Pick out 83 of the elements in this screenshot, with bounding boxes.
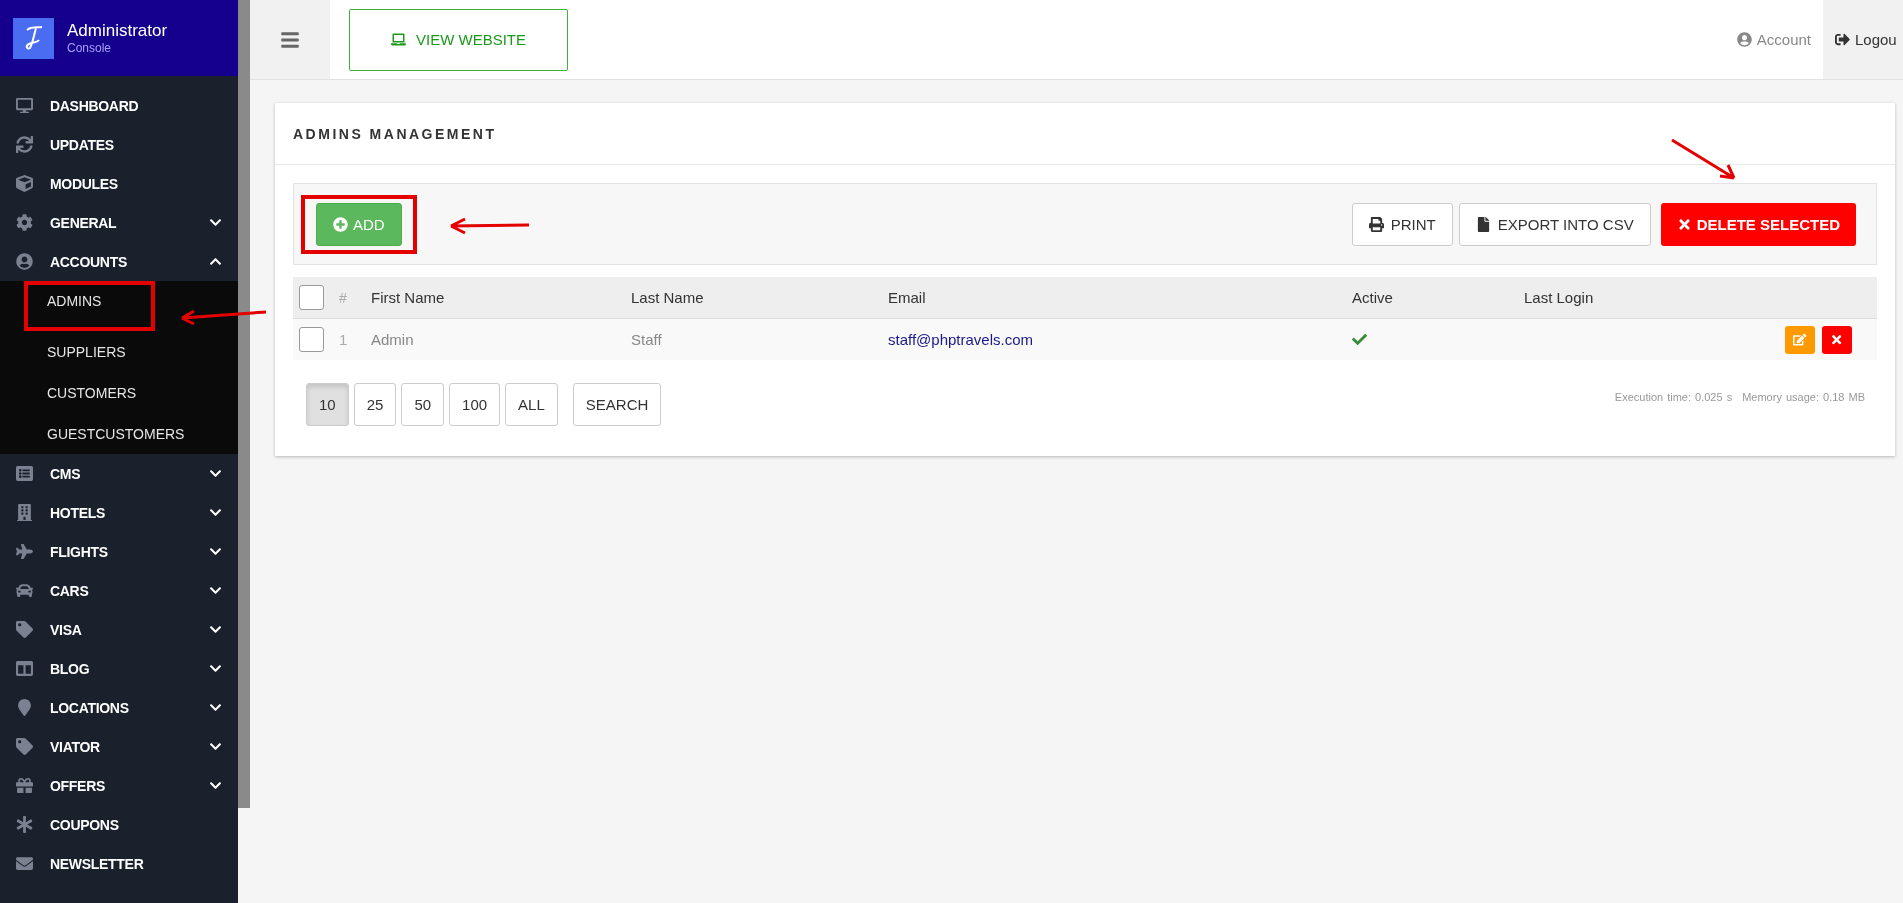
sidebar-item[interactable]: DASHBOARD [0, 86, 238, 125]
close-icon [1830, 332, 1844, 347]
sidebar-item[interactable]: GENERAL [0, 203, 238, 242]
menu-icon [16, 136, 33, 153]
plus-icon [333, 216, 348, 232]
email-link[interactable]: staff@phptravels.com [888, 331, 1352, 348]
brand-subtitle: Console [67, 41, 113, 55]
menu-icon [16, 97, 33, 114]
account-link[interactable]: Account [1736, 31, 1811, 48]
page-size-button[interactable]: 10 [306, 383, 349, 426]
edit-icon [1793, 332, 1807, 347]
menu-icon [16, 699, 33, 716]
table-cell-text: Staff [631, 331, 663, 348]
column-header[interactable]: Active [1352, 289, 1524, 306]
submenu-item[interactable]: GUESTCUSTOMERS [0, 413, 238, 454]
menu-icon [16, 621, 33, 638]
delete-button[interactable] [1822, 325, 1852, 354]
sidebar-item[interactable]: VIATOR [0, 727, 238, 766]
memory-usage: Memory usage: 0.18 MB [1742, 391, 1865, 403]
column-header: # [339, 289, 348, 306]
submenu-item[interactable]: CUSTOMERS [0, 372, 238, 413]
sidebar-item[interactable]: OFFERS [0, 766, 238, 805]
execution-time: Execution time: 0.025 s [1614, 391, 1733, 403]
edit-button[interactable] [1785, 325, 1815, 354]
menu-icon [16, 816, 33, 833]
sidebar-item[interactable]: CMS [0, 454, 238, 493]
menu-icon [16, 660, 33, 677]
menu-icon [16, 738, 33, 755]
menu-icon [16, 175, 33, 192]
column-header[interactable]: First Name [371, 289, 631, 306]
page-size-button[interactable]: ALL [505, 383, 558, 426]
export-csv-button[interactable]: EXPORT INTO CSV [1458, 202, 1651, 246]
sidebar-item[interactable]: ACCOUNTS [0, 242, 238, 281]
logout-link[interactable]: Logou [1835, 31, 1897, 48]
view-website-button[interactable]: VIEW WEBSITE [349, 8, 568, 71]
sidebar-item[interactable]: BLOG [0, 649, 238, 688]
menu-icon [16, 543, 33, 560]
column-header[interactable]: Email [888, 289, 1352, 306]
submenu-label: CUSTOMERS [47, 384, 137, 401]
table-cell-text: 1 [339, 331, 349, 348]
menu-icon [16, 582, 33, 599]
logo-icon [23, 25, 44, 51]
print-button[interactable]: PRINT [1351, 202, 1453, 246]
sidebar-item[interactable]: CARS [0, 571, 238, 610]
submenu-label: GUESTCUSTOMERS [47, 425, 185, 442]
file-icon [1475, 216, 1491, 232]
brand-title: Administrator [67, 21, 168, 41]
printer-icon [1368, 216, 1384, 232]
submenu-label: SUPPLIERS [47, 343, 126, 360]
sidebar-item[interactable]: VISA [0, 610, 238, 649]
menu-icon [16, 777, 33, 794]
card-title: ADMINS MANAGEMENT [293, 125, 497, 142]
menu-icon [280, 29, 300, 50]
laptop-icon [391, 32, 406, 47]
table-cell-text: Admin [371, 331, 415, 348]
menu-icon [16, 465, 33, 482]
row-checkbox[interactable] [299, 327, 324, 352]
scrollbar[interactable] [238, 0, 250, 808]
search-button[interactable]: SEARCH [572, 383, 662, 426]
menu-icon [16, 855, 33, 872]
sidebar-item[interactable]: HOTELS [0, 493, 238, 532]
user-icon [1736, 32, 1752, 47]
page-size-button[interactable]: 100 [449, 383, 501, 426]
submenu-label: ADMINS [47, 293, 102, 309]
select-all-checkbox[interactable] [299, 285, 324, 310]
menu-button[interactable] [250, 0, 330, 79]
sidebar-item[interactable]: MODULES [0, 164, 238, 203]
menu-icon [16, 504, 33, 521]
logout-icon [1835, 32, 1850, 47]
column-header[interactable]: Last Name [631, 289, 888, 306]
sidebar-item[interactable]: UPDATES [0, 125, 238, 164]
sidebar-item[interactable]: LOCATIONS [0, 688, 238, 727]
page-size-button[interactable]: 25 [353, 383, 397, 426]
submenu-item[interactable]: SUPPLIERS [0, 331, 238, 372]
sidebar-item[interactable]: FLIGHTS [0, 532, 238, 571]
menu-icon [16, 214, 33, 231]
submenu-item[interactable]: ADMINS [0, 281, 238, 331]
page-size-button[interactable]: 50 [401, 383, 445, 426]
delete-selected-button[interactable]: DELETE SELECTED [1660, 202, 1856, 246]
sidebar-item[interactable]: NEWSLETTER [0, 844, 238, 883]
menu-icon [16, 253, 33, 270]
sidebar-item[interactable]: COUPONS [0, 805, 238, 844]
column-header[interactable]: Last Login [1524, 289, 1785, 306]
